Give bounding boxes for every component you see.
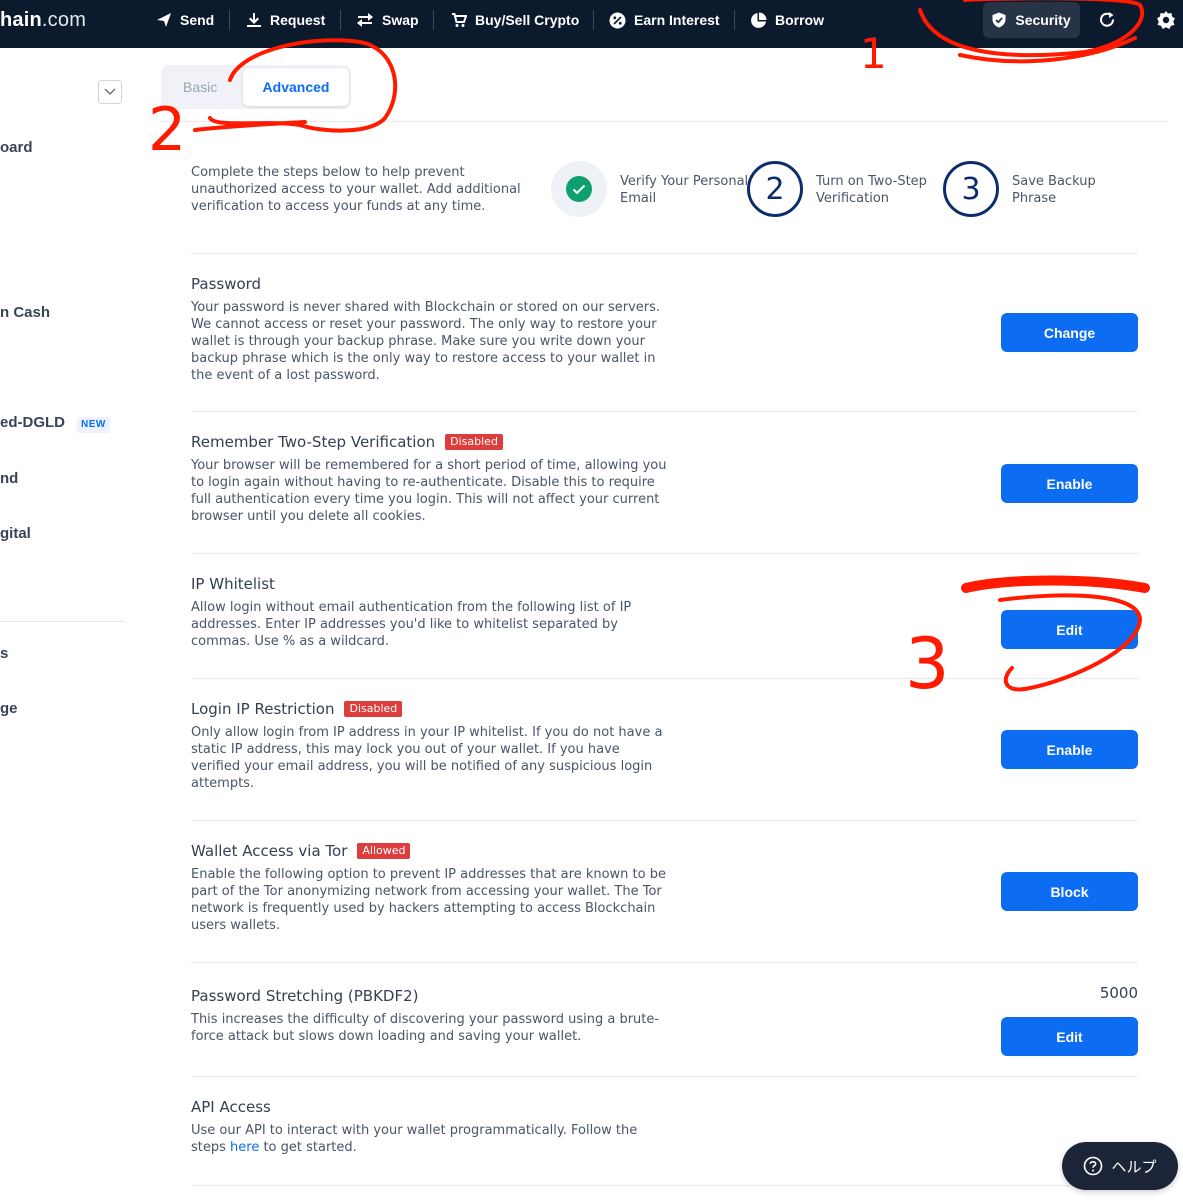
- intro-text: Complete the steps below to help prevent…: [191, 165, 521, 214]
- annotation-scribble-ip: [961, 575, 1150, 593]
- login-ip-desc: Only allow login from IP address in your…: [191, 725, 663, 791]
- tor-title: Wallet Access via Tor Allowed: [191, 842, 411, 860]
- nav-earn-label: Earn Interest: [634, 12, 720, 28]
- tab-advanced[interactable]: Advanced: [243, 68, 349, 106]
- api-here-link[interactable]: here: [230, 1140, 259, 1155]
- status-badge: Disabled: [445, 434, 503, 450]
- api-desc: Use our API to interact with your wallet…: [191, 1123, 638, 1155]
- step-backup-number: 3: [943, 161, 999, 217]
- brand-logo[interactable]: hain.com: [0, 9, 86, 32]
- password-desc: Your password is never shared with Block…: [191, 300, 661, 383]
- block-tor-button[interactable]: Block: [1001, 872, 1138, 911]
- nav-earn-interest[interactable]: Earn Interest: [609, 0, 720, 40]
- help-button[interactable]: ヘルプ: [1062, 1142, 1178, 1190]
- remember-2fa-title: Remember Two-Step Verification Disabled: [191, 433, 503, 451]
- new-badge: NEW: [77, 417, 110, 433]
- sidebar-item-cash[interactable]: n Cash: [0, 304, 50, 321]
- edit-ip-whitelist-button[interactable]: Edit: [1001, 610, 1138, 649]
- nav-request-label: Request: [270, 12, 326, 28]
- swap-icon: [357, 13, 373, 27]
- sidebar-item-dgld[interactable]: ed-DGLD: [0, 414, 65, 431]
- sidebar-item-dashboard[interactable]: oard: [0, 139, 33, 156]
- send-icon: [157, 13, 171, 27]
- step-two-step-label[interactable]: Turn on Two-Step Verification: [816, 173, 946, 207]
- refresh-icon[interactable]: [1097, 10, 1117, 30]
- security-button[interactable]: Security: [983, 2, 1080, 38]
- sidebar-item-settings[interactable]: s: [0, 645, 8, 662]
- login-ip-title: Login IP Restriction Disabled: [191, 700, 403, 718]
- gear-icon[interactable]: [1156, 10, 1176, 30]
- sidebar: [0, 48, 150, 1200]
- nav-swap[interactable]: Swap: [356, 0, 419, 40]
- sidebar-divider: [0, 621, 124, 622]
- nav-borrow-label: Borrow: [775, 12, 824, 28]
- nav-buy-sell-label: Buy/Sell Crypto: [475, 12, 580, 28]
- check-icon: [566, 176, 592, 202]
- password-title: Password: [191, 275, 262, 293]
- pie-icon: [751, 12, 767, 28]
- security-label: Security: [1015, 12, 1071, 28]
- divider: [191, 678, 1138, 679]
- api-title: API Access: [191, 1098, 271, 1116]
- shield-icon: [992, 12, 1006, 28]
- divider: [161, 121, 1168, 122]
- sidebar-item-digital[interactable]: gital: [0, 525, 31, 542]
- percent-icon: [609, 12, 626, 28]
- divider: [191, 553, 1138, 554]
- remember-2fa-desc: Your browser will be remembered for a sh…: [191, 458, 667, 524]
- nav-swap-label: Swap: [382, 12, 419, 28]
- sidebar-item-exchange[interactable]: ge: [0, 700, 18, 717]
- annotation-marker-3: 3: [905, 623, 950, 705]
- enable-login-ip-button[interactable]: Enable: [1001, 730, 1138, 769]
- sidebar-item-fund[interactable]: nd: [0, 470, 18, 487]
- help-label: ヘルプ: [1111, 1157, 1157, 1176]
- step-verify-email-label[interactable]: Verify Your Personal Email: [620, 173, 750, 207]
- divider: [191, 411, 1138, 412]
- download-icon: [247, 13, 261, 27]
- divider: [191, 253, 1138, 254]
- question-circle-icon: [1084, 1156, 1103, 1176]
- pbkdf2-desc: This increases the difficulty of discove…: [191, 1012, 660, 1044]
- nav-send[interactable]: Send: [156, 0, 214, 40]
- tab-basic[interactable]: Basic: [183, 68, 217, 106]
- ip-whitelist-desc: Allow login without email authentication…: [191, 600, 632, 649]
- status-badge: Allowed: [357, 843, 411, 859]
- security-tabs: Basic Advanced: [161, 65, 351, 109]
- nav-buy-sell[interactable]: Buy/Sell Crypto: [451, 0, 579, 40]
- step-two-step-number: 2: [747, 161, 803, 217]
- cart-icon: [452, 13, 467, 27]
- ip-whitelist-title: IP Whitelist: [191, 575, 275, 593]
- status-badge: Disabled: [344, 701, 403, 717]
- nav-divider: [734, 10, 735, 30]
- nav-divider: [593, 10, 594, 30]
- step-backup-label[interactable]: Save Backup Phrase: [1012, 173, 1142, 207]
- edit-pbkdf2-button[interactable]: Edit: [1001, 1017, 1138, 1056]
- nav-send-label: Send: [180, 12, 215, 28]
- chevron-down-icon: [104, 88, 116, 96]
- change-password-button[interactable]: Change: [1001, 313, 1138, 352]
- sidebar-collapse-button[interactable]: [98, 80, 122, 104]
- enable-remember-2fa-button[interactable]: Enable: [1001, 464, 1138, 503]
- top-nav: hain.com Send Request Swap Buy/Sell Cryp…: [0, 0, 1183, 48]
- nav-divider: [229, 10, 230, 30]
- step-verify-email-status: [551, 161, 607, 217]
- nav-divider: [433, 10, 434, 30]
- divider: [191, 962, 1138, 963]
- nav-request[interactable]: Request: [246, 0, 325, 40]
- divider: [191, 1076, 1138, 1077]
- divider: [191, 1185, 1138, 1186]
- nav-divider: [340, 10, 341, 30]
- annotation-underline-tabs: [193, 120, 307, 132]
- nav-borrow[interactable]: Borrow: [750, 0, 824, 40]
- divider: [191, 820, 1138, 821]
- pbkdf2-title: Password Stretching (PBKDF2): [191, 987, 419, 1005]
- pbkdf2-value: 5000: [1099, 984, 1138, 1002]
- tor-desc: Enable the following option to prevent I…: [191, 867, 666, 933]
